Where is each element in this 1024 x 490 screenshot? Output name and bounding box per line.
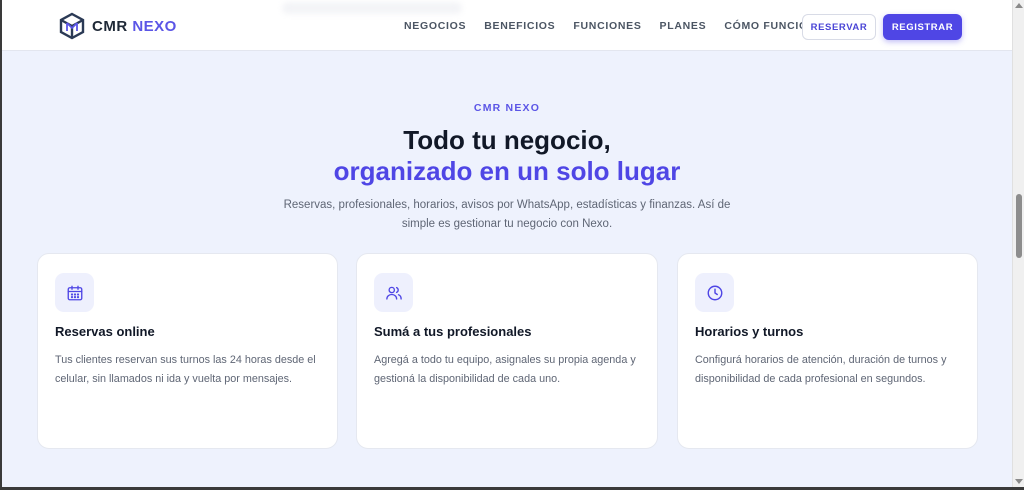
calendar-icon <box>67 285 82 300</box>
feature-card-profesionales: Sumá a tus profesionales Agregá a todo t… <box>356 253 658 449</box>
top-navbar: CMR NEXO NEGOCIOS BENEFICIOS FUNCIONES P… <box>2 0 1012 51</box>
section-title: Todo tu negocio, <box>403 125 611 155</box>
brand-logo-link[interactable]: CMR NEXO <box>58 12 177 40</box>
nav-link-negocios[interactable]: NEGOCIOS <box>404 20 466 32</box>
nav-link-funciones[interactable]: FUNCIONES <box>573 20 641 32</box>
users-icon <box>385 286 402 300</box>
scroll-up-arrow-icon[interactable] <box>1015 3 1023 8</box>
feature-icon-box <box>55 273 94 312</box>
feature-description: Configurá horarios de atención, duración… <box>695 354 947 385</box>
nav-link-beneficios[interactable]: BENEFICIOS <box>484 20 555 32</box>
section-eyebrow: CMR NEXO <box>473 102 541 114</box>
section-subtitle: Reservas, profesionales, horarios, aviso… <box>283 199 731 230</box>
feature-title: Horarios y turnos <box>695 324 804 339</box>
nav-link-planes[interactable]: PLANES <box>660 20 707 32</box>
register-button[interactable]: REGISTRAR <box>883 14 962 40</box>
feature-title: Sumá a tus profesionales <box>374 324 532 339</box>
scroll-down-arrow-icon[interactable] <box>1015 479 1023 484</box>
reserve-button[interactable]: RESERVAR <box>802 14 876 40</box>
main-nav: NEGOCIOS BENEFICIOS FUNCIONES PLANES CÓM… <box>404 0 842 51</box>
cube-logo-icon <box>59 12 85 40</box>
page-scrollbar[interactable] <box>1012 0 1024 487</box>
feature-title: Reservas online <box>55 324 155 339</box>
section-title-highlight: organizado en un solo lugar <box>333 156 681 186</box>
scroll-thumb[interactable] <box>1016 194 1022 258</box>
feature-description: Tus clientes reservan sus turnos las 24 … <box>55 354 316 385</box>
window-frame-left <box>0 0 2 490</box>
feature-card-horarios: Horarios y turnos Configurá horarios de … <box>677 253 978 449</box>
feature-icon-box <box>695 273 734 312</box>
feature-description: Agregá a todo tu equipo, asignales su pr… <box>374 354 636 385</box>
brand-name: CMR NEXO <box>92 17 177 35</box>
clock-icon <box>707 285 722 300</box>
feature-icon-box <box>374 273 413 312</box>
feature-card-reservas: Reservas online Tus clientes reservan su… <box>37 253 338 449</box>
